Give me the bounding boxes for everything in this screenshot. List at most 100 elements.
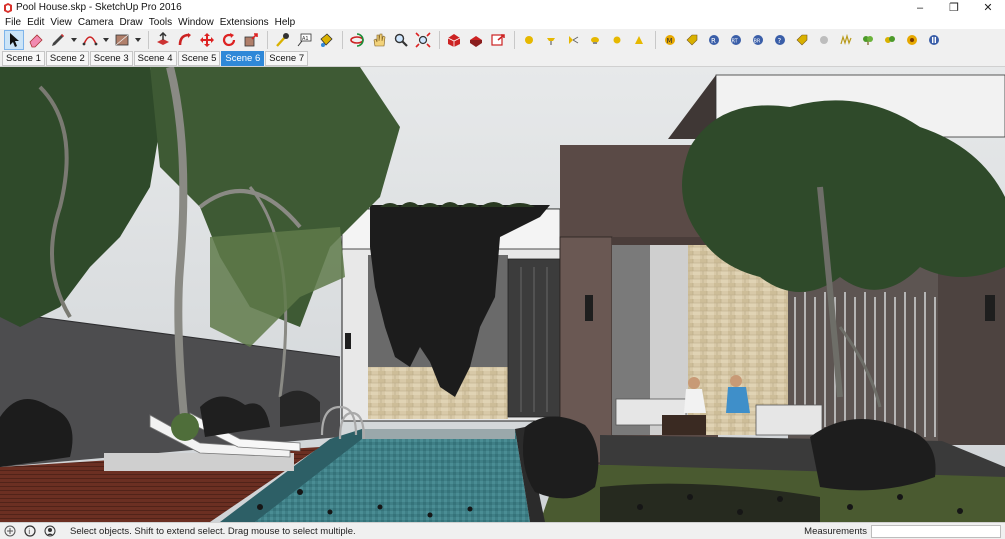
user-account-icon[interactable] — [44, 525, 56, 537]
ivy-base — [171, 413, 199, 441]
rotate-icon — [222, 33, 236, 47]
arc-tool-dropdown[interactable] — [102, 30, 110, 50]
sketchup-logo-icon — [4, 2, 12, 13]
menu-extensions[interactable]: Extensions — [217, 17, 272, 28]
svg-text:i: i — [28, 528, 30, 536]
render-tool-12[interactable] — [902, 30, 922, 50]
wall-sconce-right — [985, 295, 995, 321]
zoom-magnifier-icon — [394, 33, 408, 47]
render-tool-11[interactable] — [880, 30, 900, 50]
move-icon — [200, 33, 214, 47]
measurements-input[interactable] — [871, 525, 1001, 538]
measurements-label: Measurements — [804, 526, 867, 537]
send-to-layout-button[interactable] — [488, 30, 508, 50]
extension-warehouse-button[interactable] — [466, 30, 486, 50]
render-tool-13[interactable] — [924, 30, 944, 50]
svg-text:BR: BR — [754, 39, 761, 45]
toolbar-separator — [655, 31, 656, 49]
menu-edit[interactable]: Edit — [24, 17, 47, 28]
zoom-extents-tool-button[interactable] — [413, 30, 433, 50]
pan-tool-button[interactable] — [369, 30, 389, 50]
plugin-tool-2[interactable] — [541, 30, 561, 50]
pause-icon — [929, 35, 939, 45]
toolbar-separator — [439, 31, 440, 49]
pencil-icon — [52, 34, 64, 46]
orbit-icon — [350, 33, 364, 47]
push-pull-tool-button[interactable] — [153, 30, 173, 50]
warehouse-button[interactable] — [444, 30, 464, 50]
lamp-icon — [547, 38, 555, 45]
svg-text:M: M — [667, 37, 673, 45]
render-tool-2[interactable] — [682, 30, 702, 50]
tape-measure-tool-button[interactable] — [272, 30, 292, 50]
person-right-head — [730, 375, 742, 387]
credits-icon[interactable]: i — [24, 525, 36, 537]
scene-tabs: Scene 1 Scene 2 Scene 3 Scene 4 Scene 5 … — [0, 51, 1005, 67]
tag-icon — [686, 34, 698, 46]
plugin-tool-6[interactable] — [629, 30, 649, 50]
rotate-tool-button[interactable] — [219, 30, 239, 50]
follow-me-tool-button[interactable] — [175, 30, 195, 50]
paint-bucket-tool-button[interactable] — [316, 30, 336, 50]
rectangle-tool-dropdown[interactable] — [134, 30, 142, 50]
text-tool-button[interactable]: A1 — [294, 30, 314, 50]
toolbar-separator — [342, 31, 343, 49]
render-tool-6[interactable]: ? — [770, 30, 790, 50]
menu-help[interactable]: Help — [272, 17, 299, 28]
render-tool-8[interactable] — [814, 30, 834, 50]
material-tag-icon — [796, 34, 808, 46]
menu-camera[interactable]: Camera — [75, 17, 117, 28]
scale-tool-button[interactable] — [241, 30, 261, 50]
layout-export-icon — [491, 34, 505, 46]
sun-icon — [613, 36, 621, 44]
plugin-tool-5[interactable] — [607, 30, 627, 50]
tab-scene-6[interactable]: Scene 6 — [221, 51, 265, 66]
status-message: Select objects. Shift to extend select. … — [70, 525, 356, 537]
menu-file[interactable]: File — [2, 17, 24, 28]
menu-window[interactable]: Window — [175, 17, 217, 28]
render-tool-10[interactable] — [858, 30, 878, 50]
eraser-tool-button[interactable] — [26, 30, 46, 50]
tab-scene-2[interactable]: Scene 2 — [45, 51, 89, 66]
paint-bucket-icon — [320, 33, 333, 47]
light-bulb-icon — [591, 37, 599, 44]
material-sphere-icon — [820, 36, 828, 44]
line-tool-dropdown[interactable] — [70, 30, 78, 50]
render-tool-9[interactable] — [836, 30, 856, 50]
maximize-button[interactable]: ❐ — [937, 0, 971, 15]
coffee-table — [662, 415, 706, 435]
plugin-tool-3[interactable] — [563, 30, 583, 50]
render-tool-1[interactable]: M — [660, 30, 680, 50]
minimize-button[interactable]: – — [903, 0, 937, 15]
plugin-tool-4[interactable] — [585, 30, 605, 50]
render-tool-4[interactable]: RT — [726, 30, 746, 50]
plugin-tool-1[interactable] — [519, 30, 539, 50]
pool-house-render — [0, 67, 1005, 522]
select-tool-button[interactable] — [4, 30, 24, 50]
menu-view[interactable]: View — [47, 17, 75, 28]
line-tool-button[interactable] — [48, 30, 68, 50]
tab-scene-5[interactable]: Scene 5 — [177, 51, 221, 66]
menu-tools[interactable]: Tools — [146, 17, 175, 28]
tape-measure-icon — [276, 33, 289, 47]
arc-tool-button[interactable] — [80, 30, 100, 50]
tab-scene-1[interactable]: Scene 1 — [2, 51, 45, 66]
menu-draw[interactable]: Draw — [116, 17, 145, 28]
rectangle-tool-button[interactable] — [112, 30, 132, 50]
tab-scene-4[interactable]: Scene 4 — [133, 51, 177, 66]
close-button[interactable]: ✕ — [971, 0, 1005, 15]
tab-scene-7[interactable]: Scene 7 — [265, 51, 309, 66]
geo-location-icon[interactable] — [4, 525, 16, 537]
pan-hand-icon — [373, 33, 386, 47]
render-tool-5[interactable]: BR — [748, 30, 768, 50]
model-viewport[interactable] — [0, 67, 1005, 522]
render-rt-icon: RT — [731, 35, 741, 45]
wall-sconce-small — [345, 333, 351, 349]
render-tool-3[interactable]: R — [704, 30, 724, 50]
zoom-tool-button[interactable] — [391, 30, 411, 50]
orbit-tool-button[interactable] — [347, 30, 367, 50]
move-tool-button[interactable] — [197, 30, 217, 50]
person-left-head — [688, 377, 700, 389]
render-tool-7[interactable] — [792, 30, 812, 50]
tab-scene-3[interactable]: Scene 3 — [89, 51, 133, 66]
